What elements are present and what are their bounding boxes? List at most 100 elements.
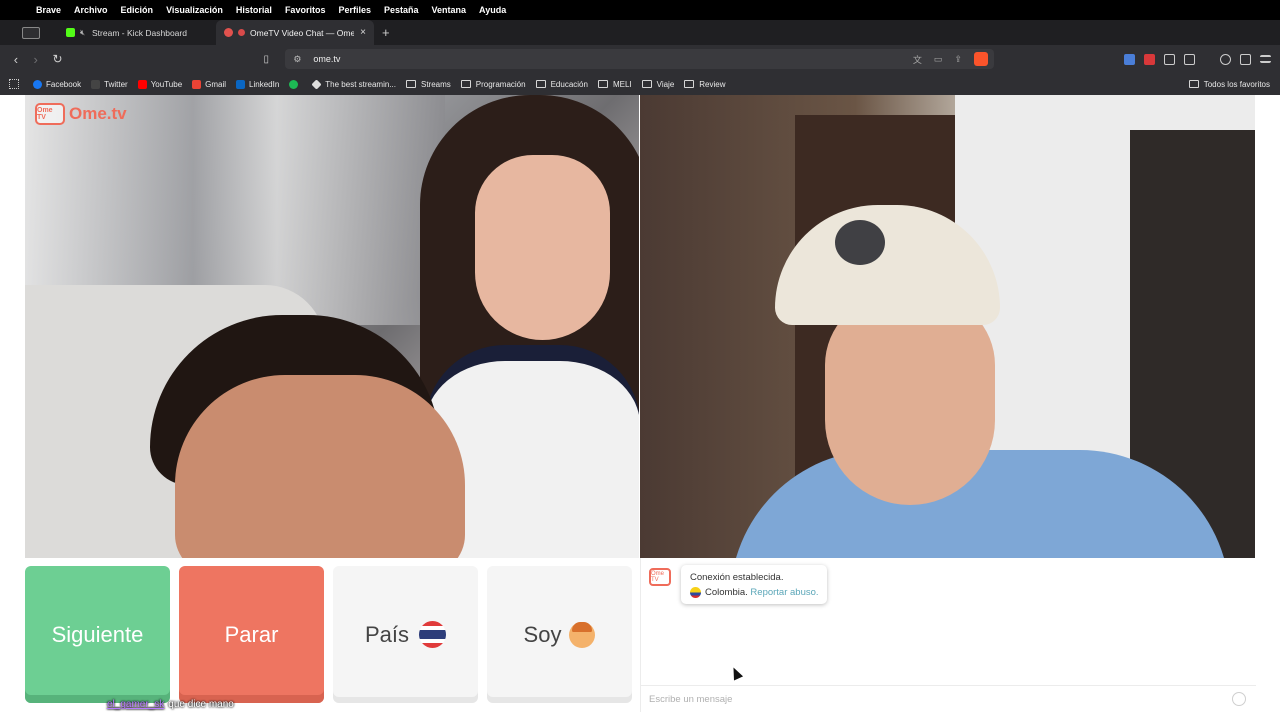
youtube-icon	[137, 79, 147, 89]
sidebar-toggle-icon[interactable]	[22, 26, 40, 39]
folder-icon	[405, 80, 416, 88]
cast-icon[interactable]: ▭	[934, 54, 943, 65]
forward-icon[interactable]: ›	[26, 52, 46, 67]
menu-edicion[interactable]: Edición	[121, 5, 154, 15]
extension-red-icon[interactable]	[1143, 53, 1155, 65]
twitter-x-icon	[91, 79, 101, 89]
extension-window-icon[interactable]	[1183, 53, 1195, 65]
share-icon[interactable]: ⇪	[954, 54, 962, 65]
chat-input-bar	[641, 685, 1256, 712]
back-icon[interactable]: ‹	[6, 52, 26, 67]
diamond-icon	[311, 78, 322, 90]
muted-speaker-icon[interactable]: 🔇︎	[80, 28, 88, 38]
browser-toolbar: ‹ › ↻ ▯ ⚙︎ ome.tv 文 ▭ ⇪	[0, 45, 1280, 73]
person-face-shape	[475, 155, 610, 340]
menu-visualizacion[interactable]: Visualización	[166, 5, 223, 15]
emoji-icon[interactable]	[1232, 692, 1246, 706]
thailand-flag-icon	[419, 621, 447, 648]
leo-ai-icon[interactable]	[1219, 53, 1231, 65]
cap-logo-shape	[835, 220, 885, 265]
menu-pestana[interactable]: Pestaña	[384, 5, 419, 15]
folder-viaje[interactable]: Viaje	[641, 79, 675, 89]
bookmark-linkedin[interactable]: LinkedIn	[236, 79, 280, 89]
site-settings-icon[interactable]: ⚙︎	[293, 54, 305, 65]
apps-grid-icon[interactable]	[9, 79, 19, 89]
folder-icon	[460, 80, 471, 88]
bookmarks-bar: Facebook Twitter YouTube Gmail LinkedIn …	[0, 73, 1280, 95]
folder-meli[interactable]: MELI	[597, 79, 632, 89]
chat-panel: Ome TV Conexión establecida. Colombia. R…	[640, 558, 1256, 712]
ometv-logo-icon: Ome TV	[35, 103, 65, 125]
colombia-flag-icon	[690, 586, 701, 598]
folder-icon	[684, 80, 695, 88]
bookmark-youtube[interactable]: YouTube	[137, 79, 183, 89]
chat-message-input[interactable]	[649, 689, 1232, 709]
ometv-icon	[224, 28, 233, 37]
tab-strip: 🔇︎ Stream - Kick Dashboard OmeTV Video C…	[0, 20, 1280, 45]
vpn-shield-icon[interactable]	[1239, 53, 1251, 65]
reload-icon[interactable]: ↻	[48, 52, 68, 66]
bookmark-gmail[interactable]: Gmail	[192, 79, 226, 89]
extension-translate-icon[interactable]	[1123, 53, 1135, 65]
folder-label: Viaje	[656, 79, 675, 89]
all-bookmarks[interactable]: Todos los favoritos	[1188, 79, 1270, 89]
bookmark-facebook[interactable]: Facebook	[33, 79, 81, 89]
folder-icon	[597, 80, 608, 88]
close-tab-icon[interactable]: ×	[360, 27, 366, 38]
bookmark-twitter[interactable]: Twitter	[91, 79, 128, 89]
folder-programacion[interactable]: Programación	[460, 79, 526, 89]
url-text[interactable]: ome.tv	[313, 54, 913, 64]
folder-icon	[535, 80, 546, 88]
gender-button[interactable]: Soy	[487, 566, 632, 703]
gender-label: Soy	[523, 621, 562, 647]
tab-title: Stream - Kick Dashboard	[92, 27, 187, 38]
tab-kick-dashboard[interactable]: 🔇︎ Stream - Kick Dashboard	[58, 20, 216, 45]
translate-icon[interactable]: 文	[913, 53, 922, 66]
extensions-area	[1123, 53, 1280, 65]
ometv-brand-text: Ome.tv	[69, 104, 127, 123]
menu-brave[interactable]: Brave	[36, 5, 61, 15]
partner-country-line: Colombia. Reportar abuso.	[690, 585, 819, 600]
tab-ometv[interactable]: OmeTV Video Chat — Omeg ×	[216, 20, 374, 45]
menu-hamburger-icon[interactable]	[1259, 55, 1271, 63]
folder-label: Todos los favoritos	[1203, 79, 1270, 89]
tab-title: OmeTV Video Chat — Omeg	[250, 27, 355, 38]
address-bar[interactable]: ⚙︎ ome.tv 文 ▭ ⇪	[285, 49, 994, 69]
new-tab-icon[interactable]: +	[382, 25, 390, 40]
folder-label: MELI	[612, 79, 632, 89]
folder-streams[interactable]: Streams	[405, 79, 451, 89]
folder-icon	[641, 80, 652, 88]
green-app-icon	[289, 79, 299, 89]
menu-perfiles[interactable]: Perfiles	[338, 5, 371, 15]
folder-review[interactable]: Review	[684, 79, 726, 89]
bookmark-label: LinkedIn	[249, 79, 280, 89]
gmail-icon	[192, 79, 202, 89]
menu-ayuda[interactable]: Ayuda	[479, 5, 506, 15]
extensions-puzzle-icon[interactable]	[1163, 53, 1175, 65]
person-face-shape	[825, 295, 995, 505]
folder-label: Educación	[550, 79, 588, 89]
menu-historial[interactable]: Historial	[236, 5, 272, 15]
stop-button[interactable]: Parar	[179, 566, 324, 703]
menu-archivo[interactable]: Archivo	[74, 5, 108, 15]
ometv-page: Ome TV Ome.tv Siguiente Parar País Soy e…	[0, 95, 1280, 720]
recording-icon	[238, 29, 245, 36]
bookmark-icon[interactable]: ▯	[263, 54, 275, 65]
next-button[interactable]: Siguiente	[25, 566, 170, 703]
menu-favoritos[interactable]: Favoritos	[285, 5, 326, 15]
bookmark-label: YouTube	[150, 79, 183, 89]
brave-shields-icon[interactable]	[973, 52, 988, 66]
folder-label: Review	[699, 79, 726, 89]
person-face-shape	[175, 375, 465, 558]
system-message: Conexión establecida. Colombia. Reportar…	[681, 565, 827, 604]
partner-country: Colombia.	[705, 587, 748, 598]
folder-label: Programación	[475, 79, 526, 89]
menu-ventana[interactable]: Ventana	[432, 5, 467, 15]
country-button[interactable]: País	[333, 566, 478, 703]
bookmark-green-app[interactable]	[289, 79, 302, 89]
bookmark-best-streaming[interactable]: The best streamin...	[311, 78, 396, 90]
folder-label: Streams	[420, 79, 451, 89]
report-abuse-link[interactable]: Reportar abuso.	[750, 587, 818, 598]
macos-menu-bar: Brave Archivo Edición Visualización Hist…	[0, 0, 1280, 20]
folder-educacion[interactable]: Educación	[535, 79, 588, 89]
